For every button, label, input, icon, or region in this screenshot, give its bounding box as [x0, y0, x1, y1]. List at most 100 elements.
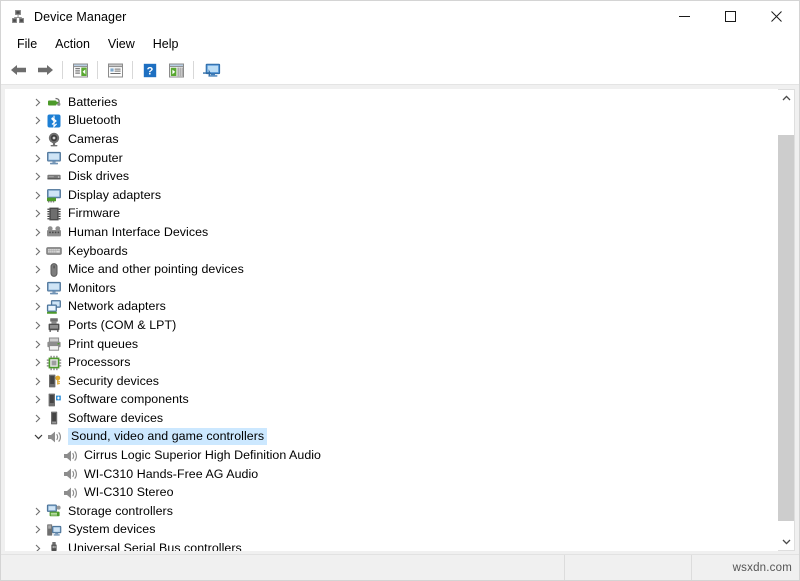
scroll-up-button[interactable]	[778, 90, 794, 107]
chevron-right-icon[interactable]	[30, 243, 46, 259]
chevron-right-icon[interactable]	[30, 355, 46, 371]
chevron-right-icon[interactable]	[30, 131, 46, 147]
tree-item-label: System devices	[68, 521, 158, 538]
chevron-right-icon[interactable]	[30, 224, 46, 240]
close-button[interactable]	[753, 1, 799, 32]
computer-icon	[46, 150, 62, 166]
usb-icon	[46, 541, 62, 551]
status-bar: wsxdn.com	[1, 554, 799, 580]
tree-item[interactable]: Cirrus Logic Superior High Definition Au…	[5, 446, 778, 465]
maximize-button[interactable]	[707, 1, 753, 32]
chevron-right-icon[interactable]	[30, 94, 46, 110]
chevron-right-icon[interactable]	[30, 206, 46, 222]
tree-item[interactable]: Disk drives	[5, 167, 778, 186]
tree-item-label: Software devices	[68, 410, 166, 427]
tree-item[interactable]: Software components	[5, 391, 778, 410]
tree-item[interactable]: Software devices	[5, 409, 778, 428]
tree-item[interactable]: Cameras	[5, 130, 778, 149]
storage-controller-icon	[46, 503, 62, 519]
tree-item[interactable]: Mice and other pointing devices	[5, 260, 778, 279]
menu-view[interactable]: View	[99, 35, 144, 53]
title-bar: Device Manager	[1, 1, 799, 32]
chevron-right-icon[interactable]	[30, 262, 46, 278]
forward-button[interactable]	[32, 58, 58, 82]
tree-item-label: Bluetooth	[68, 112, 124, 129]
speaker-icon	[62, 448, 78, 464]
tree-item[interactable]: Human Interface Devices	[5, 223, 778, 242]
tree-item[interactable]: Monitors	[5, 279, 778, 298]
menu-help[interactable]: Help	[144, 35, 188, 53]
tree-item[interactable]: Keyboards	[5, 242, 778, 261]
tree-item[interactable]: Network adapters	[5, 298, 778, 317]
chevron-right-icon	[34, 544, 42, 551]
tree-item[interactable]: Ports (COM & LPT)	[5, 316, 778, 335]
software-component-icon	[46, 392, 62, 408]
chevron-right-icon[interactable]	[30, 392, 46, 408]
status-pane-3: wsxdn.com	[691, 555, 799, 580]
chevron-right-icon[interactable]	[30, 317, 46, 333]
chevron-right-icon[interactable]	[30, 150, 46, 166]
tree-item[interactable]: Batteries	[5, 93, 778, 112]
menu-action[interactable]: Action	[46, 35, 99, 53]
tree-item[interactable]: Universal Serial Bus controllers	[5, 539, 778, 551]
tree-item[interactable]: Sound, video and game controllers	[5, 428, 778, 447]
scroll-down-button[interactable]	[778, 533, 794, 550]
tree-item[interactable]: Processors	[5, 353, 778, 372]
chevron-right-icon[interactable]	[30, 187, 46, 203]
tree-item-label: Human Interface Devices	[68, 224, 211, 241]
tree-item[interactable]: Print queues	[5, 335, 778, 354]
content-area: BatteriesBluetoothCamerasComputerDisk dr…	[1, 85, 799, 554]
tree-item[interactable]: Computer	[5, 149, 778, 168]
tree-item-label: Monitors	[68, 280, 119, 297]
chevron-right-icon	[34, 228, 42, 237]
chevron-right-icon	[34, 191, 42, 200]
chevron-right-icon[interactable]	[30, 113, 46, 129]
chevron-right-icon[interactable]	[30, 280, 46, 296]
back-button[interactable]	[6, 58, 32, 82]
speaker-icon	[62, 485, 78, 501]
chevron-right-icon	[34, 395, 42, 404]
vertical-scrollbar[interactable]	[778, 89, 795, 551]
chevron-right-icon[interactable]	[30, 522, 46, 538]
chevron-right-icon	[34, 247, 42, 256]
chevron-right-icon[interactable]	[30, 410, 46, 426]
tree-item[interactable]: Display adapters	[5, 186, 778, 205]
minimize-button[interactable]	[661, 1, 707, 32]
show-hide-console-tree-button[interactable]	[67, 58, 93, 82]
chevron-down-icon[interactable]	[30, 429, 46, 445]
update-driver-button[interactable]	[163, 58, 189, 82]
tree-item-label: Firmware	[68, 205, 123, 222]
tree-item[interactable]: WI-C310 Stereo	[5, 483, 778, 502]
scrollbar-thumb[interactable]	[778, 135, 794, 521]
scrollbar-track[interactable]	[778, 107, 794, 533]
menu-file[interactable]: File	[8, 35, 46, 53]
chevron-right-icon[interactable]	[30, 169, 46, 185]
tree-item-label: Security devices	[68, 373, 162, 390]
tree-item-label: Cirrus Logic Superior High Definition Au…	[84, 447, 324, 464]
help-button[interactable]: ?	[137, 58, 163, 82]
toolbar-separator-4	[193, 61, 194, 79]
device-tree[interactable]: BatteriesBluetoothCamerasComputerDisk dr…	[5, 89, 778, 551]
tree-item[interactable]: System devices	[5, 521, 778, 540]
tree-item[interactable]: Security devices	[5, 372, 778, 391]
properties-button[interactable]	[102, 58, 128, 82]
chevron-right-icon[interactable]	[30, 299, 46, 315]
tree-item-label: Computer	[68, 150, 126, 167]
tree-item[interactable]: WI-C310 Hands-Free AG Audio	[5, 465, 778, 484]
tree-item-label: Sound, video and game controllers	[68, 428, 267, 445]
chevron-right-icon	[34, 135, 42, 144]
chevron-right-icon	[34, 154, 42, 163]
speaker-icon	[46, 429, 62, 445]
chevron-right-icon[interactable]	[30, 541, 46, 551]
processor-icon	[46, 355, 62, 371]
tree-item[interactable]: Firmware	[5, 205, 778, 224]
chevron-right-icon[interactable]	[30, 503, 46, 519]
chevron-right-icon[interactable]	[30, 336, 46, 352]
chevron-right-icon	[34, 284, 42, 293]
chevron-right-icon[interactable]	[30, 373, 46, 389]
mouse-icon	[46, 262, 62, 278]
scan-hardware-changes-button[interactable]	[198, 58, 224, 82]
tree-item[interactable]: Bluetooth	[5, 112, 778, 131]
tree-item[interactable]: Storage controllers	[5, 502, 778, 521]
tree-item-label: Display adapters	[68, 187, 164, 204]
